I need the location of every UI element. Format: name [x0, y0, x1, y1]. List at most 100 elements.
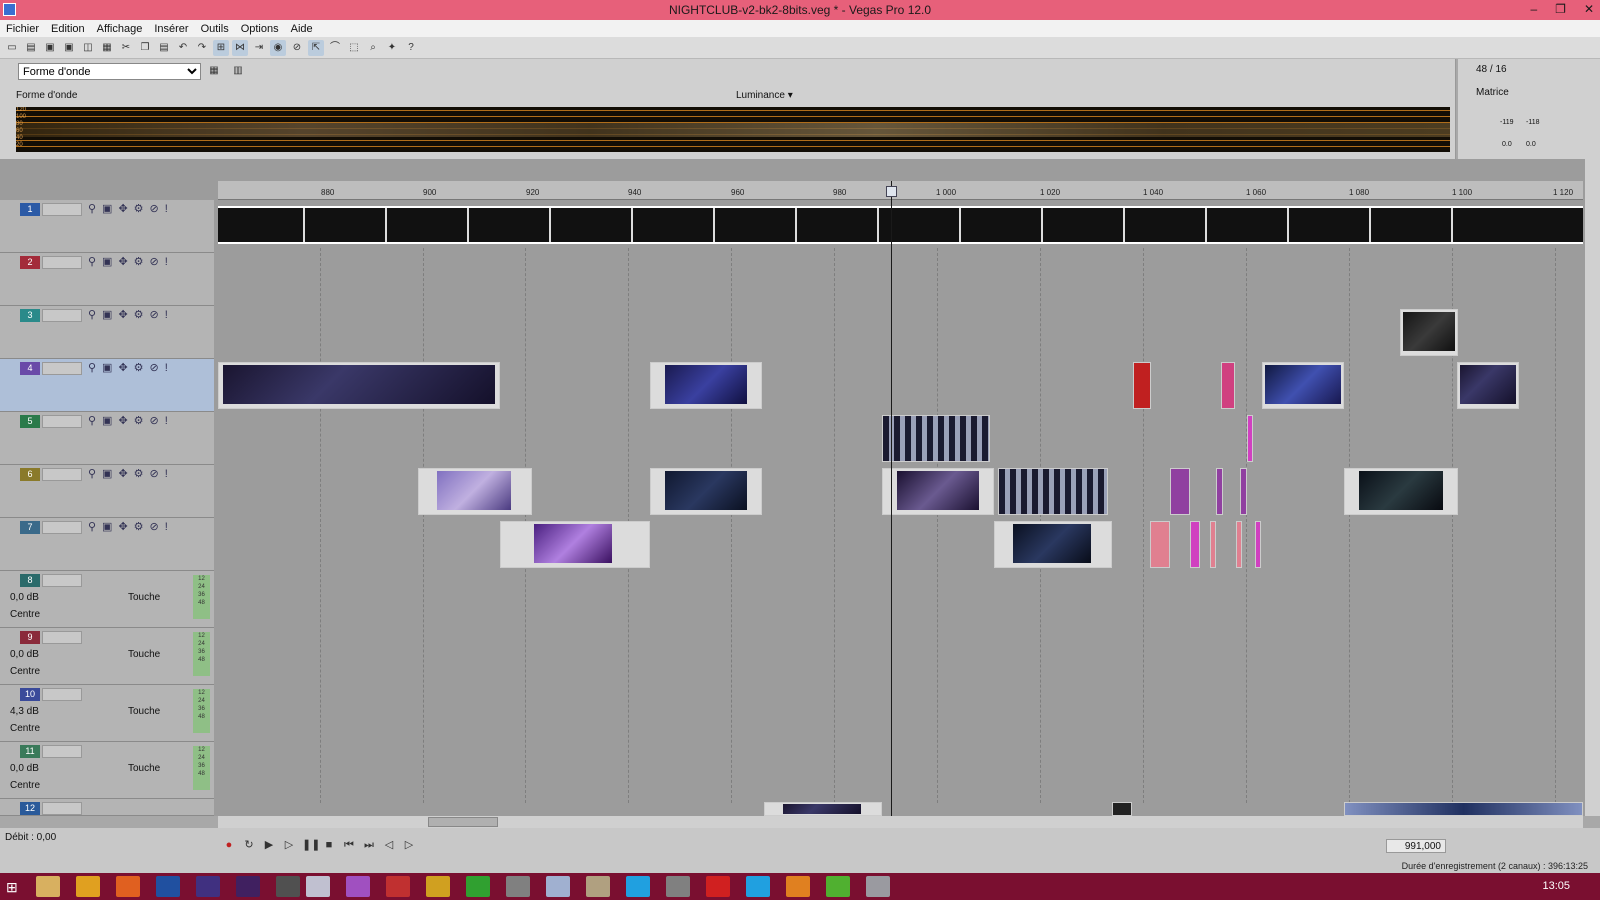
track-controls-icon[interactable]: ⚲▣✥⚙⊘! [88, 467, 174, 480]
app-icon[interactable] [586, 876, 610, 897]
automation-mode[interactable]: Touche [128, 649, 160, 660]
selection-tool-icon[interactable]: ⬚ [346, 40, 362, 56]
playhead-marker[interactable] [886, 186, 897, 197]
automation-mode[interactable]: Touche [128, 592, 160, 603]
menu-fichier[interactable]: Fichier [6, 23, 39, 35]
track-header-11[interactable]: 11 0,0 dB Centre Touche 12 24 36 48 [0, 742, 214, 799]
go-to-end-icon[interactable]: ⏭ [362, 838, 376, 852]
go-to-start-icon[interactable]: ⏮ [342, 838, 356, 852]
video-clip[interactable] [1344, 802, 1583, 816]
track-name-field[interactable] [42, 745, 82, 758]
track-name-field[interactable] [42, 631, 82, 644]
timeline-horizontal-scrollbar[interactable] [218, 816, 1583, 828]
app-icon[interactable] [386, 876, 410, 897]
track-header-2[interactable]: 2 ⚲▣✥⚙⊘! [0, 253, 214, 306]
video-clip[interactable] [1457, 362, 1519, 409]
scope-refresh-icon[interactable]: ▥ [230, 63, 246, 79]
track-controls-icon[interactable]: ⚲▣✥⚙⊘! [88, 202, 174, 215]
track-name-field[interactable] [42, 415, 82, 428]
video-clip[interactable] [1221, 362, 1235, 409]
video-clip[interactable] [1216, 468, 1223, 515]
zoom-tool-icon[interactable]: ⌕ [365, 40, 381, 56]
track-header-3[interactable]: 3 ⚲▣✥⚙⊘! [0, 306, 214, 359]
video-clip[interactable] [764, 802, 882, 816]
play-icon[interactable]: ▷ [282, 838, 296, 852]
photoshop-icon[interactable] [156, 876, 180, 897]
track-header-6[interactable]: 6 ⚲▣✥⚙⊘! [0, 465, 214, 518]
track-header-4[interactable]: 4 ⚲▣✥⚙⊘! [0, 359, 214, 412]
normal-edit-tool-icon[interactable]: ⇱ [308, 39, 324, 56]
app-icon[interactable] [346, 876, 370, 897]
app-icon[interactable] [786, 876, 810, 897]
record-icon[interactable]: ● [222, 838, 236, 852]
menu-outils[interactable]: Outils [201, 23, 229, 35]
automation-mode[interactable]: Touche [128, 706, 160, 717]
video-clip[interactable] [1133, 362, 1151, 409]
video-clip[interactable] [418, 468, 532, 515]
snap-icon[interactable]: ⊞ [213, 39, 229, 56]
timeline-vertical-scrollbar[interactable] [1585, 159, 1600, 816]
playhead-cursor[interactable] [891, 181, 892, 816]
properties-icon[interactable]: ▦ [99, 40, 115, 56]
pause-icon[interactable]: ❚❚ [302, 838, 320, 852]
render-icon[interactable]: ◫ [80, 40, 96, 56]
explorer-icon[interactable] [36, 876, 60, 897]
play-from-start-icon[interactable]: ▶ [262, 838, 276, 852]
track-controls-icon[interactable]: ⚲▣✥⚙⊘! [88, 520, 174, 533]
video-clip[interactable] [1210, 521, 1216, 568]
video-clip[interactable] [650, 362, 762, 409]
menu-aide[interactable]: Aide [291, 23, 313, 35]
track-header-9[interactable]: 9 0,0 dB Centre Touche 12 24 36 48 [0, 628, 214, 685]
video-clip[interactable] [1344, 468, 1458, 515]
previous-frame-icon[interactable]: ◁ [382, 838, 396, 852]
luminance-dropdown[interactable]: Luminance ▾ [736, 90, 793, 101]
track-controls-icon[interactable]: ⚲▣✥⚙⊘! [88, 361, 174, 374]
track-name-field[interactable] [42, 688, 82, 701]
save-as-icon[interactable]: ▣ [61, 40, 77, 56]
next-frame-icon[interactable]: ▷ [402, 838, 416, 852]
track-header-7[interactable]: 7 ⚲▣✥⚙⊘! [0, 518, 214, 571]
automation-mode[interactable]: Touche [128, 763, 160, 774]
track-name-field[interactable] [42, 574, 82, 587]
track-name-field[interactable] [42, 203, 82, 216]
undo-icon[interactable]: ↶ [175, 40, 191, 56]
aftereffects-icon[interactable] [236, 876, 260, 897]
scroll-thumb[interactable] [428, 817, 498, 827]
skype-icon[interactable] [746, 876, 770, 897]
save-icon[interactable]: ▣ [42, 40, 58, 56]
track-header-5[interactable]: 5 ⚲▣✥⚙⊘! [0, 412, 214, 465]
track-name-field[interactable] [42, 309, 82, 322]
video-clip[interactable] [1150, 521, 1170, 568]
firefox-icon[interactable] [116, 876, 140, 897]
vegas-taskbar-icon[interactable] [306, 876, 330, 897]
minimize-button[interactable]: – [1530, 2, 1537, 16]
copy-icon[interactable]: ❐ [137, 40, 153, 56]
auto-crossfade-icon[interactable]: ⋈ [232, 39, 248, 56]
scope-mode-select[interactable]: Forme d'onde [18, 63, 201, 80]
track-header-1[interactable]: 1 ⚲▣✥⚙⊘! [0, 200, 214, 253]
start-button[interactable]: ⊞ [6, 879, 18, 896]
menu-inserer[interactable]: Insérer [154, 23, 188, 35]
track-controls-icon[interactable]: ⚲▣✥⚙⊘! [88, 308, 174, 321]
ripple-icon[interactable]: ⇥ [251, 40, 267, 56]
track-controls-icon[interactable]: ⚲▣✥⚙⊘! [88, 414, 174, 427]
video-clip[interactable] [1255, 521, 1261, 568]
track-name-field[interactable] [42, 362, 82, 375]
track-name-field[interactable] [42, 468, 82, 481]
video-clip[interactable] [1112, 802, 1132, 816]
chrome-icon[interactable] [76, 876, 100, 897]
cut-icon[interactable]: ✂ [118, 40, 134, 56]
video-clip[interactable] [500, 521, 650, 568]
ignore-grouping-icon[interactable]: ⊘ [289, 40, 305, 56]
excel-icon[interactable] [466, 876, 490, 897]
app-icon[interactable] [866, 876, 890, 897]
loop-icon[interactable]: ↻ [242, 838, 256, 852]
app-icon[interactable] [506, 876, 530, 897]
track-name-field[interactable] [42, 256, 82, 269]
lock-envelope-icon[interactable]: ◉ [270, 39, 286, 56]
video-clip[interactable] [1170, 468, 1190, 515]
acrobat-icon[interactable] [706, 876, 730, 897]
paste-icon[interactable]: ▤ [156, 40, 172, 56]
track-header-8[interactable]: 8 0,0 dB Centre Touche 12 24 36 48 [0, 571, 214, 628]
app-icon[interactable] [546, 876, 570, 897]
